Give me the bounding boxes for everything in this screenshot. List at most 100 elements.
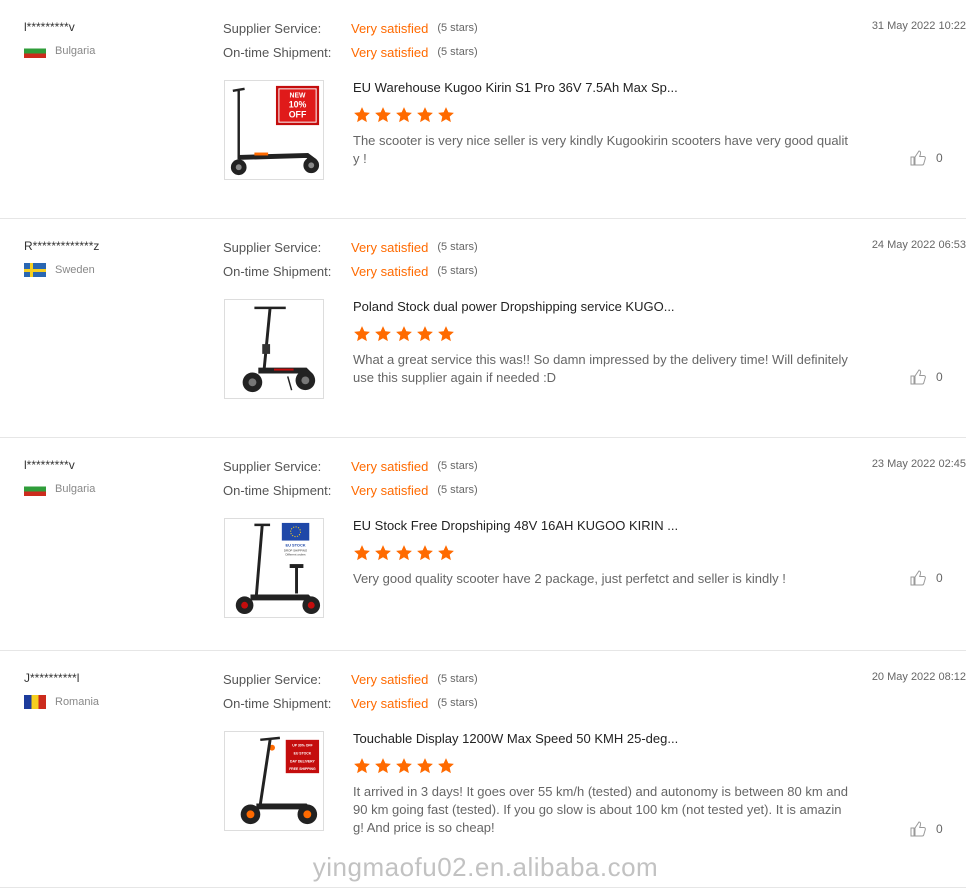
star-icon xyxy=(438,326,454,342)
badge-line: Different orders xyxy=(285,552,306,556)
helpful-button[interactable]: 0 xyxy=(909,368,943,386)
product-thumbnail[interactable]: NEW 10% OFF xyxy=(224,80,324,180)
watermark: yingmaofu02.en.alibaba.com xyxy=(312,852,659,882)
star-icon xyxy=(375,758,391,774)
star-icon xyxy=(417,545,433,561)
product-title-link[interactable]: Poland Stock dual power Dropshipping ser… xyxy=(353,299,675,314)
supplier-service-value: Very satisfied xyxy=(351,671,429,687)
country-name: Sweden xyxy=(55,264,95,276)
product-title-link[interactable]: EU Warehouse Kugoo Kirin S1 Pro 36V 7.5A… xyxy=(353,80,678,95)
badge-line: FREE SHIPPING xyxy=(289,767,316,771)
helpful-button[interactable]: 0 xyxy=(909,149,943,167)
supplier-service-rating: Supplier Service: Very satisfied (5 star… xyxy=(223,458,478,474)
product-title-link[interactable]: EU Stock Free Dropshiping 48V 16AH KUGOO… xyxy=(353,518,678,533)
reviewer-country: Romania xyxy=(24,695,99,709)
helpful-count: 0 xyxy=(936,151,943,165)
flag-romania-icon xyxy=(24,695,46,709)
reviewer-name: J**********l xyxy=(24,671,80,685)
supplier-service-value: Very satisfied xyxy=(351,239,429,255)
badge-line: UP 30% OFF xyxy=(292,744,312,748)
scooter-image xyxy=(242,306,316,393)
star-icon xyxy=(354,545,370,561)
supplier-service-value: Very satisfied xyxy=(351,20,429,36)
review-star-rating xyxy=(353,106,455,124)
product-thumbnail[interactable] xyxy=(224,299,324,399)
star-icon xyxy=(396,107,412,123)
supplier-service-label: Supplier Service: xyxy=(223,671,322,687)
ontime-shipment-value: Very satisfied xyxy=(351,695,429,711)
promo-badge: NEW 10% OFF xyxy=(275,85,320,126)
thumbs-up-icon xyxy=(910,150,926,166)
ontime-shipment-stars: (5 stars) xyxy=(437,46,478,58)
ontime-shipment-value: Very satisfied xyxy=(351,263,429,279)
reviewer-name: l*********v xyxy=(24,20,75,34)
star-icon xyxy=(354,758,370,774)
review-comment: The scooter is very nice seller is very … xyxy=(353,133,848,166)
ontime-shipment-label: On-time Shipment: xyxy=(223,482,332,498)
ontime-shipment-label: On-time Shipment: xyxy=(223,44,332,60)
helpful-count: 0 xyxy=(936,571,943,585)
country-name: Bulgaria xyxy=(55,483,96,495)
product-title-link[interactable]: Touchable Display 1200W Max Speed 50 KMH… xyxy=(353,731,678,746)
supplier-service-stars: (5 stars) xyxy=(437,673,478,685)
star-icon xyxy=(354,107,370,123)
review-comment: What a great service this was!! So damn … xyxy=(353,352,848,385)
supplier-service-value: Very satisfied xyxy=(351,458,429,474)
ontime-shipment-value: Very satisfied xyxy=(351,44,429,60)
star-icon xyxy=(354,326,370,342)
country-name: Bulgaria xyxy=(55,45,96,57)
reviewer-country: Bulgaria xyxy=(24,482,95,496)
ontime-shipment-rating: On-time Shipment: Very satisfied (5 star… xyxy=(223,695,478,711)
reviewer-country: Bulgaria xyxy=(24,44,95,58)
badge-line: EU STOCK xyxy=(294,752,312,756)
review-star-rating xyxy=(353,757,455,775)
badge-line: 10% xyxy=(289,99,307,109)
ontime-shipment-rating: On-time Shipment: Very satisfied (5 star… xyxy=(223,44,478,60)
ontime-shipment-value: Very satisfied xyxy=(351,482,429,498)
thumbs-up-icon xyxy=(910,570,926,586)
supplier-service-label: Supplier Service: xyxy=(223,20,322,36)
review-comment: It arrived in 3 days! It goes over 55 km… xyxy=(353,784,848,835)
helpful-button[interactable]: 0 xyxy=(909,569,943,587)
review-date: 24 May 2022 06:53 xyxy=(871,239,966,251)
review-star-rating xyxy=(353,325,455,343)
product-thumbnail[interactable]: EU STOCK DROP SHIPPING Different orders xyxy=(224,518,324,618)
supplier-service-rating: Supplier Service: Very satisfied (5 star… xyxy=(223,20,478,36)
supplier-service-label: Supplier Service: xyxy=(223,458,322,474)
flag-sweden-icon xyxy=(24,263,46,277)
review-date: 23 May 2022 02:45 xyxy=(871,458,966,470)
helpful-count: 0 xyxy=(936,822,943,836)
supplier-service-rating: Supplier Service: Very satisfied (5 star… xyxy=(223,239,478,255)
star-icon xyxy=(417,107,433,123)
supplier-service-stars: (5 stars) xyxy=(437,22,478,34)
star-icon xyxy=(438,107,454,123)
star-icon xyxy=(396,326,412,342)
star-icon xyxy=(375,107,391,123)
supplier-service-stars: (5 stars) xyxy=(437,460,478,472)
review-star-rating xyxy=(353,544,455,562)
product-thumbnail[interactable]: UP 30% OFF EU STOCK DAY DELIVERY FREE SH… xyxy=(224,731,324,831)
badge-line: OFF xyxy=(289,109,307,119)
country-name: Romania xyxy=(55,696,100,708)
flag-bulgaria-icon xyxy=(24,44,46,58)
promo-badge: UP 30% OFF EU STOCK DAY DELIVERY FREE SH… xyxy=(285,739,320,774)
helpful-count: 0 xyxy=(936,370,943,384)
review-item: l*********v Bulgaria Supplier Service: V… xyxy=(0,20,966,219)
reviewer-name: R*************z xyxy=(24,239,100,253)
eu-stock-badge: EU STOCK DROP SHIPPING Different orders xyxy=(281,522,310,556)
ontime-shipment-stars: (5 stars) xyxy=(437,697,478,709)
helpful-button[interactable]: 0 xyxy=(909,820,943,838)
ontime-shipment-rating: On-time Shipment: Very satisfied (5 star… xyxy=(223,482,478,498)
thumbs-up-icon xyxy=(910,369,926,385)
star-icon xyxy=(417,326,433,342)
supplier-service-rating: Supplier Service: Very satisfied (5 star… xyxy=(223,671,478,687)
ontime-shipment-label: On-time Shipment: xyxy=(223,695,332,711)
star-icon xyxy=(417,758,433,774)
ontime-shipment-rating: On-time Shipment: Very satisfied (5 star… xyxy=(223,263,478,279)
ontime-shipment-label: On-time Shipment: xyxy=(223,263,332,279)
review-item: l*********v Bulgaria Supplier Service: V… xyxy=(0,458,966,651)
star-icon xyxy=(438,545,454,561)
review-date: 20 May 2022 08:12 xyxy=(871,671,966,683)
star-icon xyxy=(375,545,391,561)
review-date: 31 May 2022 10:22 xyxy=(871,20,966,32)
